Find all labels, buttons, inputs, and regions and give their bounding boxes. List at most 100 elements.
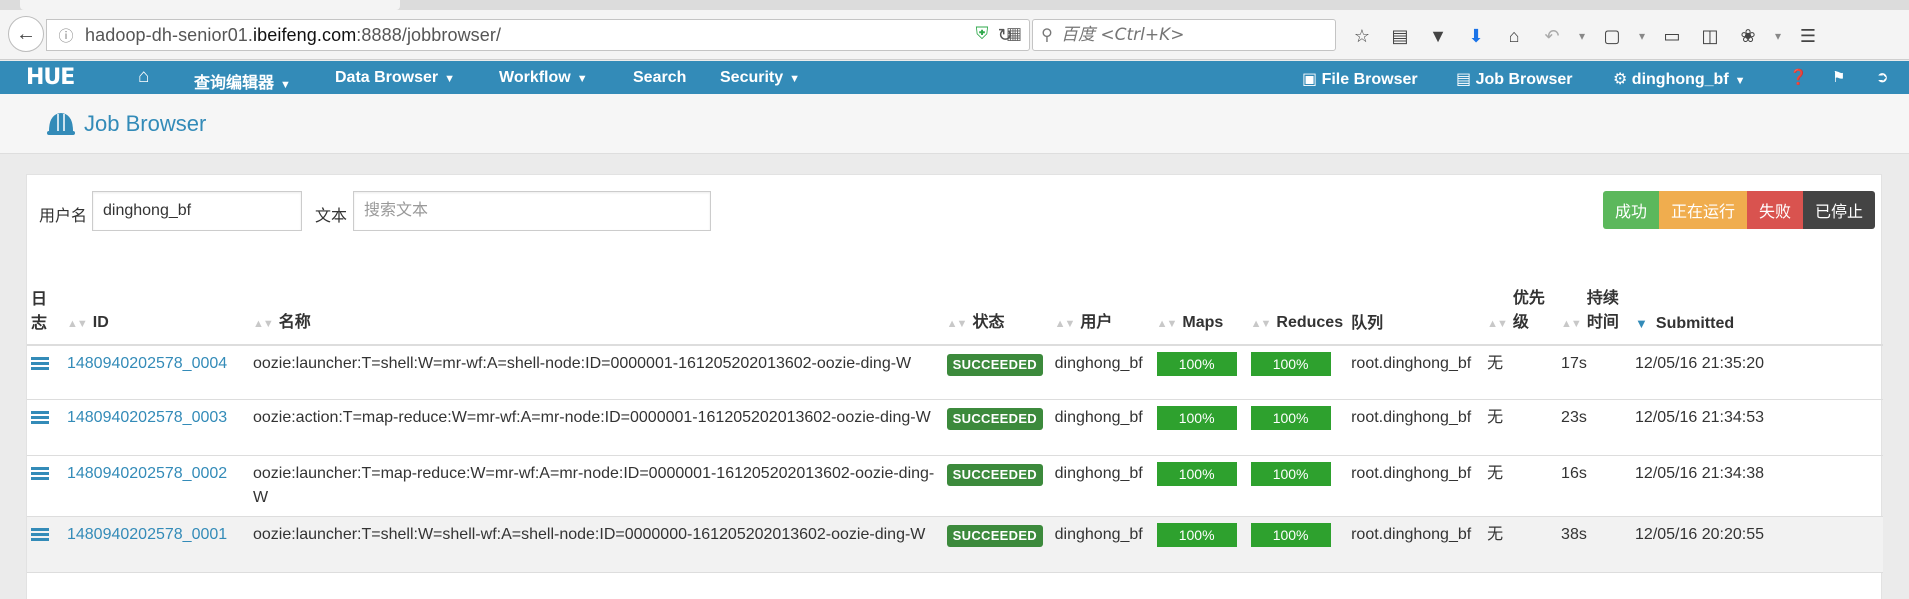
col-header-user[interactable]: ▲▼ 用户 [1050,283,1153,346]
col-header-submitted[interactable]: ▼ Submitted [1631,283,1883,346]
filter-success-button[interactable]: 成功 [1602,191,1659,229]
nav-workflow[interactable]: Workflow ▼ [499,69,588,87]
header-label: ID [92,314,109,331]
sort-icon: ▲▼ [1156,318,1178,330]
col-header-priority[interactable]: ▲▼ 优先级 [1483,283,1558,346]
home-icon[interactable]: ⌂ [1502,24,1526,48]
queue-cell: root.dinghong_bf [1347,516,1484,573]
sort-icon: ▲▼ [1487,318,1508,330]
col-header-status[interactable]: ▲▼ 状态 [942,283,1051,346]
col-header-maps[interactable]: ▲▼ Maps [1152,283,1247,346]
reading-list-icon[interactable]: ▤ [1388,24,1412,48]
table-row: 1480940202578_0002 oozie:launcher:T=map-r… [27,455,1883,517]
job-id-link[interactable]: 1480940202578_0002 [67,465,227,482]
chevron-down-icon[interactable]: ▾ [1638,24,1646,48]
reload-button[interactable]: ↻ [988,19,1022,51]
hamburger-menu-icon[interactable]: ☰ [1796,24,1820,48]
queue-cell: root.dinghong_bf [1347,399,1484,456]
nav-job-browser[interactable]: ▤ Job Browser [1456,69,1572,89]
col-header-queue[interactable]: 队列 [1347,283,1484,346]
reduces-cell: 100% [1246,345,1348,400]
jobs-table-body: 1480940202578_0004 oozie:launcher:T=shell… [27,345,1883,573]
train-icon[interactable]: ◫ [1698,24,1722,48]
search-icon: ⚲ [1041,27,1053,44]
sort-icon: ▲▼ [1561,318,1582,330]
reduces-cell: 100% [1246,399,1348,456]
undo-icon[interactable]: ↶ [1540,24,1564,48]
log-icon[interactable] [31,410,49,425]
sort-icon: ▲▼ [1250,318,1272,330]
nav-query-editors[interactable]: 查询编辑器 ▼ [194,69,291,93]
table-row: 1480940202578_0003 oozie:action:T=map-red… [27,399,1883,456]
reduces-cell: 100% [1246,516,1348,573]
col-header-name[interactable]: ▲▼ 名称 [248,283,943,346]
nav-label: File Browser [1321,71,1418,88]
bookmark-star-icon[interactable]: ☆ [1350,24,1374,48]
filter-failed-button[interactable]: 失败 [1746,191,1803,229]
col-header-reduces[interactable]: ▲▼ Reduces [1246,283,1348,346]
filter-stopped-button[interactable]: 已停止 [1802,191,1875,229]
maps-cell: 100% [1152,516,1247,573]
nav-security[interactable]: Security ▼ [720,69,800,87]
info-icon[interactable]: ⓘ [53,25,79,46]
pocket-icon[interactable]: ▼ [1426,24,1450,48]
chevron-down-icon[interactable]: ▾ [1774,24,1782,48]
filter-running-button[interactable]: 正在运行 [1658,191,1747,229]
help-icon[interactable]: ❓ [1789,68,1808,86]
log-icon[interactable] [31,357,49,371]
job-id-link[interactable]: 1480940202578_0001 [67,526,227,543]
user-cell: dinghong_bf [1050,399,1153,456]
flag-icon[interactable]: ⚑ [1832,68,1845,86]
table-row: 1480940202578_0004 oozie:launcher:T=shell… [27,345,1883,400]
browser-search-bar[interactable]: ⚲ [1032,19,1336,51]
log-icon[interactable] [31,466,49,481]
page-title: Job Browser [84,111,207,136]
job-id-link[interactable]: 1480940202578_0003 [67,409,227,426]
nav-search[interactable]: Search [633,69,686,87]
reduces-progress-bar: 100% [1250,352,1331,376]
reduces-cell: 100% [1246,455,1348,517]
status-filter-group: 成功 正在运行 失败 已停止 [1602,191,1875,229]
browser-tab[interactable] [20,0,400,10]
url-domain: ibeifeng.com [253,24,357,45]
bug-icon[interactable]: ❀ [1736,24,1760,48]
nav-file-browser[interactable]: ▣ File Browser [1302,69,1418,89]
id-card-icon[interactable]: ▭ [1660,24,1684,48]
id-cell: 1480940202578_0004 [62,345,249,400]
chevron-down-icon[interactable]: ▾ [1578,24,1586,48]
username-filter-input[interactable] [92,191,302,231]
col-header-log[interactable]: 日志 [27,283,63,346]
url-bar[interactable]: ⓘ hadoop-dh-senior01.ibeifeng.com:8888/j… [46,19,1030,51]
name-cell: oozie:launcher:T=map-reduce:W=mr-wf:A=mr… [248,455,943,517]
log-cell [27,516,63,573]
hue-logo[interactable]: HUE [26,65,75,90]
download-icon[interactable]: ⬇ [1464,24,1488,48]
header-label: 持续时间 [1586,290,1619,331]
gear-icon: ⚙ [1613,71,1632,88]
priority-cell: 无 [1483,516,1558,573]
duration-cell: 38s [1557,516,1632,573]
col-header-duration[interactable]: ▲▼ 持续时间 [1557,283,1632,346]
nav-label: Workflow [499,69,571,86]
log-icon[interactable] [31,527,49,542]
header-label: 日志 [31,291,48,332]
log-cell [27,455,63,517]
back-button[interactable]: ← [8,16,44,52]
job-list-card: 用户名 文本 成功 正在运行 失败 已停止 日志 ▲▼ID ▲▼名称 ▲▼状态 … [26,174,1883,599]
user-cell: dinghong_bf [1050,516,1153,573]
nav-user-menu[interactable]: ⚙ dinghong_bf ▼ [1613,69,1746,89]
browser-search-input[interactable] [1061,25,1321,45]
nav-data-browser[interactable]: Data Browser ▼ [335,69,455,87]
job-id-link[interactable]: 1480940202578_0004 [67,355,227,372]
text-filter-input[interactable] [353,191,711,231]
crop-icon[interactable]: ▢ [1600,24,1624,48]
sign-out-icon[interactable]: ➲ [1876,68,1889,86]
duration-cell: 23s [1557,399,1632,456]
home-icon[interactable]: ⌂ [138,66,149,88]
job-browser-app-icon [47,113,75,135]
back-arrow-icon: ← [16,22,36,45]
user-cell: dinghong_bf [1050,455,1153,517]
submitted-cell: 12/05/16 21:35:20 [1631,345,1883,400]
col-header-id[interactable]: ▲▼ ID [62,283,249,346]
status-badge: SUCCEEDED [946,463,1043,486]
